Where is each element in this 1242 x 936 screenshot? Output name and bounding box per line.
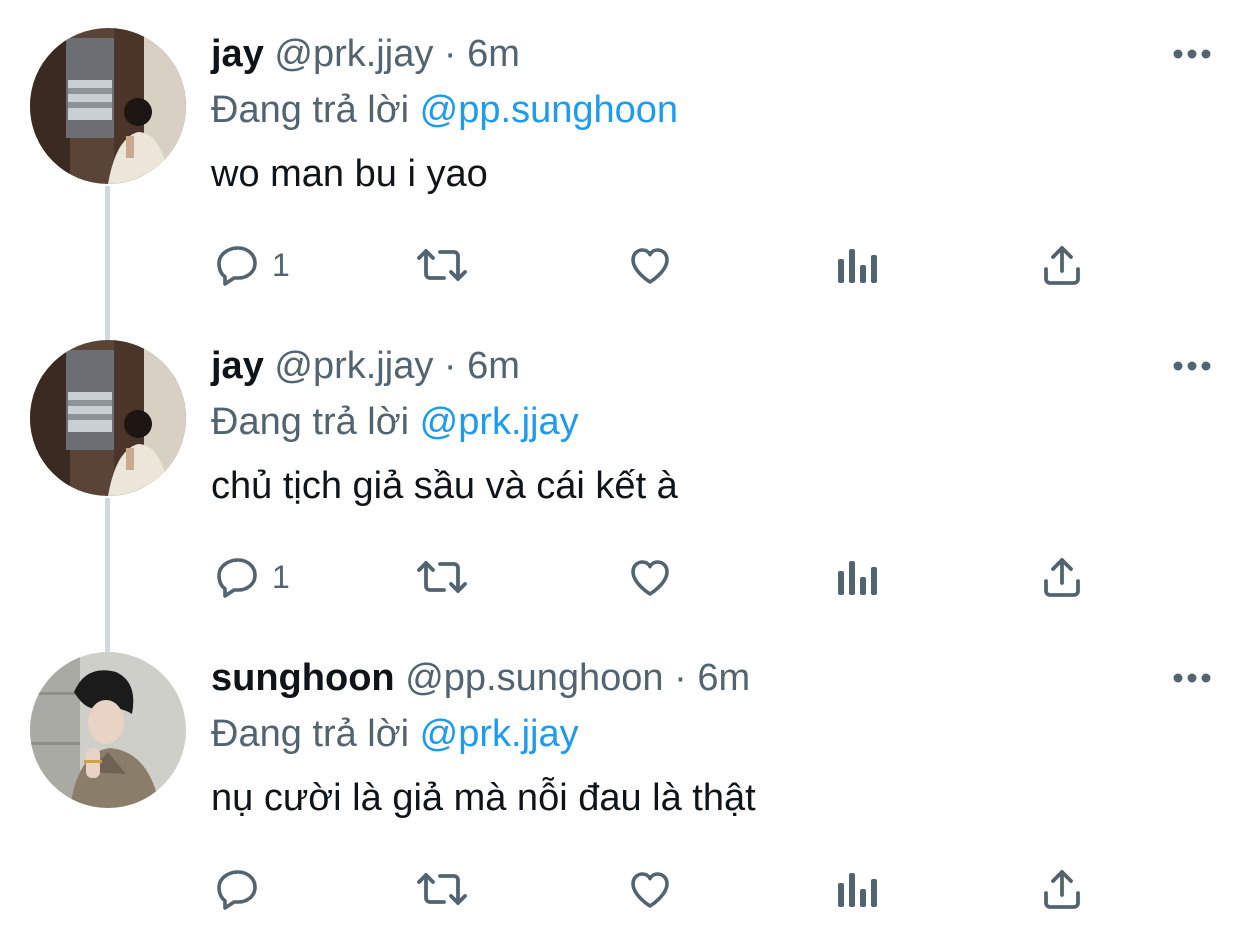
like-icon (626, 865, 674, 913)
retweet-icon (414, 865, 470, 913)
reply-icon (214, 553, 262, 601)
like-button[interactable] (626, 861, 674, 917)
separator-dot: · (674, 657, 687, 699)
like-button[interactable] (626, 549, 674, 605)
reply-button[interactable] (214, 861, 272, 917)
like-button[interactable] (626, 237, 674, 293)
share-icon (1038, 241, 1086, 289)
share-icon (1038, 865, 1086, 913)
views-icon (834, 865, 878, 913)
more-icon[interactable] (1172, 356, 1212, 376)
timestamp[interactable]: 6m (467, 33, 520, 75)
author-name[interactable]: jay (211, 345, 264, 387)
reply-count: 1 (272, 246, 290, 283)
retweet-button[interactable] (414, 861, 470, 917)
tweet[interactable]: jay @prk.jjay · 6m Đang trả lời @pp.sung… (0, 0, 1242, 312)
views-button[interactable] (834, 861, 878, 917)
tweet-text: wo man bu i yao (211, 153, 488, 195)
views-icon (834, 241, 878, 289)
tweet[interactable]: jay @prk.jjay · 6m Đang trả lời @prk.jja… (0, 312, 1242, 624)
timestamp[interactable]: 6m (467, 345, 520, 387)
author-handle[interactable]: @prk.jjay (274, 345, 433, 387)
replying-to-label: Đang trả lời (211, 89, 410, 131)
separator-dot: · (443, 345, 457, 387)
replying-to-label: Đang trả lời (211, 713, 410, 755)
replying-to-label: Đang trả lời (211, 401, 410, 443)
tweet[interactable]: sunghoon @pp.sunghoon · 6m Đang trả lời … (0, 624, 1242, 936)
replying-to-mention[interactable]: @prk.jjay (420, 401, 579, 443)
more-icon[interactable] (1172, 668, 1212, 688)
author-name[interactable]: sunghoon (211, 657, 395, 699)
replying-to-mention[interactable]: @pp.sunghoon (420, 89, 678, 131)
more-icon[interactable] (1172, 44, 1212, 64)
reply-icon (214, 865, 262, 913)
timestamp[interactable]: 6m (697, 657, 750, 699)
tweet-text: chủ tịch giả sầu và cái kết à (211, 465, 678, 507)
retweet-icon (414, 241, 470, 289)
views-icon (834, 553, 878, 601)
share-button[interactable] (1038, 861, 1086, 917)
views-button[interactable] (834, 237, 878, 293)
reply-count: 1 (272, 558, 290, 595)
reply-button[interactable]: 1 (214, 549, 290, 605)
share-icon (1038, 553, 1086, 601)
retweet-button[interactable] (414, 237, 470, 293)
avatar[interactable] (30, 28, 186, 184)
views-button[interactable] (834, 549, 878, 605)
share-button[interactable] (1038, 237, 1086, 293)
share-button[interactable] (1038, 549, 1086, 605)
author-handle[interactable]: @pp.sunghoon (405, 657, 663, 699)
avatar[interactable] (30, 652, 186, 808)
separator-dot: · (443, 33, 457, 75)
retweet-icon (414, 553, 470, 601)
retweet-button[interactable] (414, 549, 470, 605)
like-icon (626, 241, 674, 289)
author-name[interactable]: jay (211, 33, 264, 75)
like-icon (626, 553, 674, 601)
author-handle[interactable]: @prk.jjay (274, 33, 433, 75)
replying-to-mention[interactable]: @prk.jjay (420, 713, 579, 755)
avatar[interactable] (30, 340, 186, 496)
reply-button[interactable]: 1 (214, 237, 290, 293)
reply-icon (214, 241, 262, 289)
tweet-text: nụ cười là giả mà nỗi đau là thật (211, 777, 756, 819)
